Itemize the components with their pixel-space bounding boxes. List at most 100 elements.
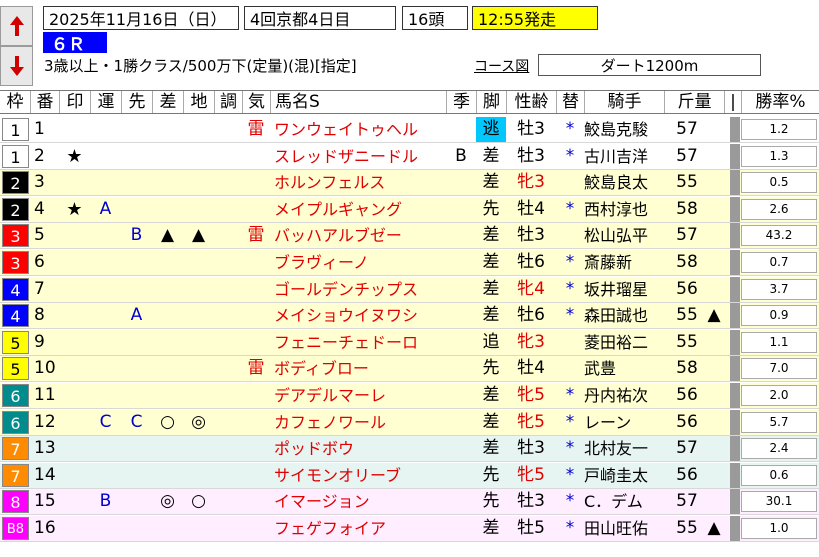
jockey-name[interactable]: C．デム [584, 489, 664, 514]
horse-number: 4 [34, 198, 45, 219]
table-row[interactable]: 6 12 C C ○ ◎ 差 * 56 カフェノワール 牝5 レーン 5.7 [0, 409, 819, 436]
jockey-name[interactable]: 松山弘平 [584, 223, 664, 248]
next-race-button[interactable] [0, 46, 33, 86]
saki-rank [121, 489, 152, 514]
kae-mark: * [565, 252, 575, 272]
race-conditions: 3歳以上・1勝クラス/500万下(定量)(混)[指定] [44, 57, 357, 75]
chi-rank [183, 277, 214, 302]
col-un: 運 [90, 91, 121, 113]
jockey-name[interactable]: 菱田裕二 [584, 330, 664, 355]
win-rate: 7.0 [741, 358, 817, 380]
table-row[interactable]: B8 16 差 * 55 ▲ フェゲフォイア 牡5 田山旺佑 1.0 [0, 516, 819, 542]
course-map-link[interactable]: コース図 [474, 56, 529, 76]
un-rank [90, 117, 121, 142]
horse-name[interactable]: ブラヴィーノ [270, 250, 446, 275]
table-row[interactable]: 5 9 追 55 フェニーチェドーロ 牝3 菱田裕二 1.1 [0, 329, 819, 356]
table-row[interactable]: 4 7 差 * 56 ゴールデンチップス 牝4 坂井瑠星 3.7 [0, 276, 819, 303]
jockey-name[interactable]: 田山旺佑 [584, 516, 664, 541]
horse-number: 7 [34, 278, 45, 299]
kisetsu [446, 383, 476, 408]
table-row[interactable]: 5 10 雷先 58 ボディブロー 牡4 武豊 7.0 [0, 356, 819, 383]
weight-mark [704, 356, 724, 381]
col-saki: 先 [121, 91, 152, 113]
sex-age: 牡3 [517, 438, 545, 459]
horse-name[interactable]: フェゲフォイア [270, 516, 446, 541]
jockey-name[interactable]: 森田誠也 [584, 303, 664, 328]
jockey-name[interactable]: 丹内祐次 [584, 383, 664, 408]
col-kyaku: 脚 [476, 91, 506, 113]
table-row[interactable]: 2 3 差 55 ホルンフェルス 牝3 鮫島良太 0.5 [0, 170, 819, 197]
chi-rank [183, 250, 214, 275]
table-row[interactable]: 2 4 ★ A 先 * 58 メイプルギャング 牡4 西村淳也 2.6 [0, 196, 819, 223]
sex-age: 牡6 [517, 305, 545, 326]
un-rank [90, 170, 121, 195]
jockey-name[interactable]: 戸崎圭太 [584, 463, 664, 488]
sex-age: 牡5 [517, 518, 545, 538]
col-waku: 枠 [6, 92, 24, 112]
sa-rank [152, 303, 183, 328]
col-sex-age: 性齢 [506, 91, 556, 113]
sa-rank [152, 463, 183, 488]
horse-name[interactable]: バッハアルブゼー [270, 223, 446, 248]
table-row[interactable]: 3 6 差 * 58 ブラヴィーノ 牡6 斎藤新 0.7 [0, 250, 819, 276]
win-rate: 2.6 [741, 198, 817, 220]
horse-name[interactable]: ボディブロー [270, 356, 446, 381]
ki-mark [242, 489, 270, 514]
horse-name[interactable]: メイプルギャング [270, 197, 446, 222]
rate-bar [730, 329, 740, 355]
table-row[interactable]: 6 11 差 * 56 デアデルマーレ 牝5 丹内祐次 2.0 [0, 383, 819, 409]
un-rank [90, 223, 121, 248]
horse-name[interactable]: サイモンオリーブ [270, 463, 446, 488]
weight-mark [704, 330, 724, 355]
horse-name[interactable]: ホルンフェルス [270, 170, 446, 195]
horse-name[interactable]: フェニーチェドーロ [270, 330, 446, 355]
kae-mark: * [565, 145, 575, 166]
table-row[interactable]: 1 1 雷逃 * 57 ワンウェイトゥヘル 牡3 鮫島克駿 1.2 [0, 117, 819, 143]
horse-name[interactable]: ワンウェイトゥヘル [270, 117, 446, 142]
jockey-name[interactable]: 坂井瑠星 [584, 277, 664, 302]
table-row[interactable]: 7 14 先 * 56 サイモンオリーブ 牝5 戸崎圭太 0.6 [0, 462, 819, 489]
jockey-name[interactable]: 西村淳也 [584, 197, 664, 222]
un-rank [90, 436, 121, 461]
kyaku: 差 [482, 145, 500, 166]
col-separator: | [724, 91, 741, 113]
horse-name[interactable]: ポッドボウ [270, 436, 446, 461]
horse-name[interactable]: イマージョン [270, 489, 446, 514]
horse-number: 16 [34, 518, 56, 538]
horse-name[interactable]: カフェノワール [270, 410, 446, 435]
table-row[interactable]: 3 5 B ▲ ▲ 雷差 57 バッハアルブゼー 牡3 松山弘平 43.2 [0, 223, 819, 250]
col-kae: 替 [556, 91, 584, 113]
win-rate: 5.7 [741, 411, 817, 433]
jockey-name[interactable]: 北村友一 [584, 436, 664, 461]
horse-name[interactable]: スレッドザニードル [270, 144, 446, 169]
sex-age: 牡6 [517, 252, 545, 272]
kisetsu [446, 170, 476, 195]
ki-mark: 雷 [247, 225, 265, 246]
chi-rank [183, 197, 214, 222]
jockey-name[interactable]: 武豊 [584, 356, 664, 381]
table-row[interactable]: 8 15 B ◎ ○ 先 * 57 イマージョン 牡3 C．デム 30.1 [0, 489, 819, 516]
kae-mark: * [565, 491, 575, 512]
previous-race-button[interactable] [0, 6, 33, 46]
table-row[interactable]: 7 13 差 * 57 ポッドボウ 牡3 北村友一 2.4 [0, 436, 819, 463]
weight-mark: ▲ [707, 305, 721, 326]
ki-mark [242, 516, 270, 541]
table-row[interactable]: 1 2 ★ B 差 * 57 スレッドザニードル 牡3 古川吉洋 1.3 [0, 143, 819, 170]
horse-name[interactable]: ゴールデンチップス [270, 277, 446, 302]
kyaku: 差 [482, 225, 500, 246]
jockey-name[interactable]: 鮫島克駿 [584, 117, 664, 142]
jockey-name[interactable]: 斎藤新 [584, 250, 664, 275]
jockey-name[interactable]: レーン [584, 410, 664, 435]
jockey-name[interactable]: 鮫島良太 [584, 170, 664, 195]
horse-name[interactable]: メイショウイヌワシ [270, 303, 446, 328]
sa-rank [152, 277, 183, 302]
sa-rank [152, 117, 183, 142]
col-weight: 斤量 [664, 91, 724, 113]
kisetsu [446, 303, 476, 328]
chi-rank [183, 356, 214, 381]
table-row[interactable]: 4 8 A 差 * 55 ▲ メイショウイヌワシ 牡6 森田誠也 0.9 [0, 303, 819, 330]
rate-bar [730, 489, 740, 515]
cho-rank [214, 144, 242, 169]
horse-name[interactable]: デアデルマーレ [270, 383, 446, 408]
jockey-name[interactable]: 古川吉洋 [584, 144, 664, 169]
